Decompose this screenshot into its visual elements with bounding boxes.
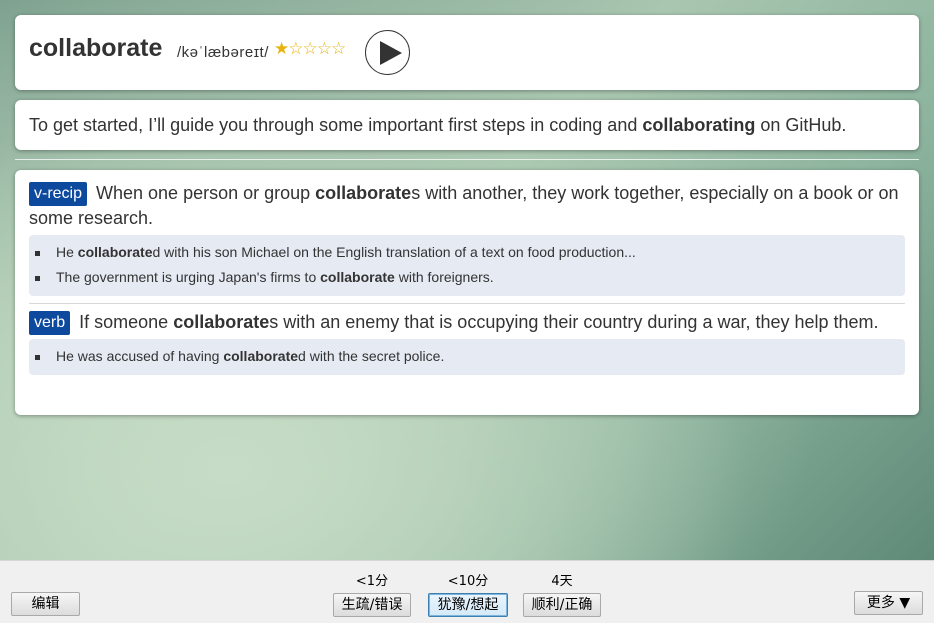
- section-divider: [15, 159, 919, 160]
- sentence-text-after: on GitHub.: [755, 115, 847, 135]
- headword: collaborate: [29, 34, 163, 62]
- example-text: The government is urging Japan's firms t…: [56, 269, 321, 285]
- example-headword: collaborate: [223, 348, 299, 364]
- sense-entry: verb If someone collaborates with an ene…: [29, 310, 905, 375]
- interval-again: <1分: [355, 574, 389, 589]
- example-text: He was accused of having: [56, 348, 224, 364]
- answer-good-button[interactable]: 顺利/正确: [523, 593, 601, 617]
- answer-hard-button[interactable]: 犹豫/想起: [428, 593, 508, 617]
- more-menu-button[interactable]: 更多 ▼: [854, 591, 923, 615]
- sense-definition: v-recip When one person or group collabo…: [29, 181, 905, 231]
- play-icon: [380, 41, 402, 65]
- example-text: with foreigners.: [394, 269, 494, 285]
- example-text: He: [56, 244, 78, 260]
- interval-good: 4天: [551, 574, 573, 589]
- star-filled-icon: ★: [274, 39, 289, 58]
- answer-again-button[interactable]: 生疏/错误: [333, 593, 411, 617]
- sense-entry: v-recip When one person or group collabo…: [29, 181, 905, 296]
- answer-toolbar: 编辑 <1分 生疏/错误 <10分 犹豫/想起 4天 顺利/正确 更多 ▼: [0, 560, 934, 623]
- part-of-speech-tag: verb: [29, 311, 71, 335]
- example-headword: collaborate: [320, 269, 395, 285]
- definition-text: If someone: [74, 312, 174, 332]
- definition-text: s with an enemy that is occupying their …: [269, 312, 879, 332]
- example-sentence-card: To get started, I’ll guide you through s…: [15, 100, 919, 150]
- star-empty-icons: ☆☆☆☆: [288, 39, 346, 58]
- example-text: d with his son Michael on the English tr…: [152, 244, 636, 260]
- examples-list: He collaborated with his son Michael on …: [29, 235, 905, 296]
- example-item: He collaborated with his son Michael on …: [29, 240, 905, 265]
- sense-separator: [29, 303, 905, 304]
- review-background: collaborate /kəˈlæbəreɪt/ ★☆☆☆☆ To get s…: [0, 0, 934, 560]
- example-headword: collaborate: [77, 244, 153, 260]
- sentence-highlight: collaborating: [642, 115, 756, 135]
- edit-button[interactable]: 编辑: [11, 592, 80, 616]
- example-text: d with the secret police.: [298, 348, 445, 364]
- play-pronunciation-button[interactable]: [365, 30, 410, 75]
- example-item: He was accused of having collaborated wi…: [29, 344, 905, 369]
- definition-text: When one person or group: [91, 183, 316, 203]
- part-of-speech-tag: v-recip: [29, 182, 88, 206]
- definitions-card: v-recip When one person or group collabo…: [15, 170, 919, 415]
- word-card: collaborate /kəˈlæbəreɪt/ ★☆☆☆☆: [15, 15, 919, 90]
- definition-headword: collaborate: [315, 183, 412, 203]
- definition-headword: collaborate: [173, 312, 270, 332]
- context-sentence: To get started, I’ll guide you through s…: [29, 115, 905, 136]
- sense-definition: verb If someone collaborates with an ene…: [29, 310, 905, 335]
- interval-hard: <10分: [447, 574, 489, 589]
- examples-list: He was accused of having collaborated wi…: [29, 339, 905, 375]
- phonetic-transcription: /kəˈlæbəreɪt/: [177, 44, 269, 61]
- frequency-rating: ★☆☆☆☆: [274, 39, 346, 59]
- example-item: The government is urging Japan's firms t…: [29, 265, 905, 290]
- sentence-text-before: To get started, I’ll guide you through s…: [29, 115, 643, 135]
